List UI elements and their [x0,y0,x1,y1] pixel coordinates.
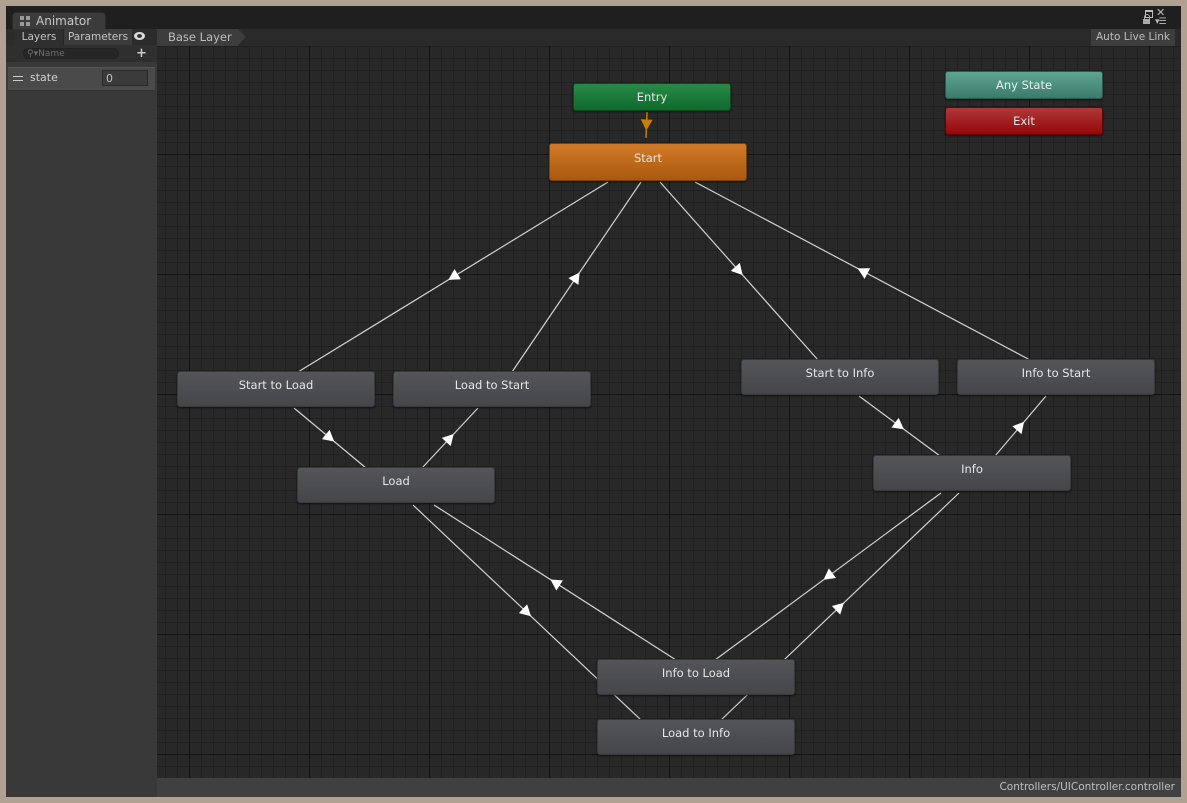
breadcrumb-base-layer[interactable]: Base Layer [157,29,246,46]
transition-arrow-start-to-s2l[interactable] [448,269,461,280]
status-bar: Controllers/UIController.controller [157,778,1181,797]
search-icon: ⚲▾ [27,49,39,59]
node-label: Start [633,151,663,165]
lock-icon[interactable] [1143,14,1150,24]
panel-tabs: Layers Parameters [6,29,157,45]
node-start-to-info[interactable]: Start to Info [741,359,939,395]
add-parameter-button[interactable]: + [136,46,147,61]
transition-arrow-s2i-to-info[interactable] [891,417,904,430]
node-load[interactable]: Load [297,467,495,503]
node-label: Info to Load [661,666,731,680]
parameter-name[interactable]: state [30,71,58,84]
transition-arrow-entry-to-start[interactable] [640,119,653,131]
transition-arrow-i2l-to-load[interactable] [550,579,563,591]
auto-live-link-button[interactable]: Auto Live Link [1091,29,1175,46]
animator-icon [20,16,31,27]
node-start-to-load[interactable]: Start to Load [177,371,375,407]
parameter-value-input[interactable]: 0 [102,70,148,86]
node-any-state[interactable]: Any State [945,71,1103,99]
node-label: Entry [636,90,668,104]
parameter-row[interactable]: state 0 [8,67,155,91]
window-controls: ✕ ▾☰ [1141,7,1175,28]
node-start[interactable]: Start [549,143,747,181]
transition-arrow-info-to-i2s[interactable] [1012,421,1025,435]
drag-handle-icon[interactable] [13,76,23,81]
node-info-to-start[interactable]: Info to Start [957,359,1155,395]
node-info[interactable]: Info [873,455,1071,491]
node-entry[interactable]: Entry [573,83,731,111]
animator-tab[interactable]: Animator [12,12,106,30]
menu-icon[interactable]: ▾☰ [1155,17,1167,27]
node-label: Start to Info [805,366,875,380]
node-label: Any State [995,78,1053,92]
tab-layers[interactable]: Layers [15,29,64,45]
parameter-search-row: ⚲▾Name + [6,45,157,62]
transition-arrow-start-to-s2i[interactable] [730,262,743,276]
tab-title: Animator [36,14,92,28]
eye-icon[interactable] [134,32,145,40]
graph-toolbar: Base Layer Auto Live Link [157,29,1181,46]
search-placeholder: Name [38,49,65,59]
parameter-search-input[interactable]: ⚲▾Name [23,48,119,59]
node-load-to-start[interactable]: Load to Start [393,371,591,407]
state-machine-graph[interactable]: Entry Start Any State Exit Start to Load… [157,46,1181,778]
tab-parameters[interactable]: Parameters [64,29,132,45]
node-label: Load [382,474,410,488]
left-panel: Layers Parameters ⚲▾Name + state 0 [6,29,157,797]
node-label: Load to Start [454,378,530,392]
transition-arrow-s2l-to-load[interactable] [321,429,335,442]
node-load-to-info[interactable]: Load to Info [597,719,795,755]
node-exit[interactable]: Exit [945,107,1103,135]
animator-window: Animator ✕ ▾☰ Layers Parameters ⚲▾Name +… [6,6,1181,797]
transition-arrow-info-to-i2l[interactable] [823,568,836,580]
transition-arrow-l2s-to-start[interactable] [568,272,580,285]
controller-path: Controllers/UIController.controller [999,781,1175,793]
window-title-bar: Animator ✕ ▾☰ [6,6,1181,30]
node-label: Info to Start [1021,366,1091,380]
node-label: Start to Load [238,378,314,392]
node-label: Info [961,462,983,476]
node-label: Load to Info [661,726,731,740]
node-label: Exit [1013,114,1035,128]
node-info-to-load[interactable]: Info to Load [597,659,795,695]
